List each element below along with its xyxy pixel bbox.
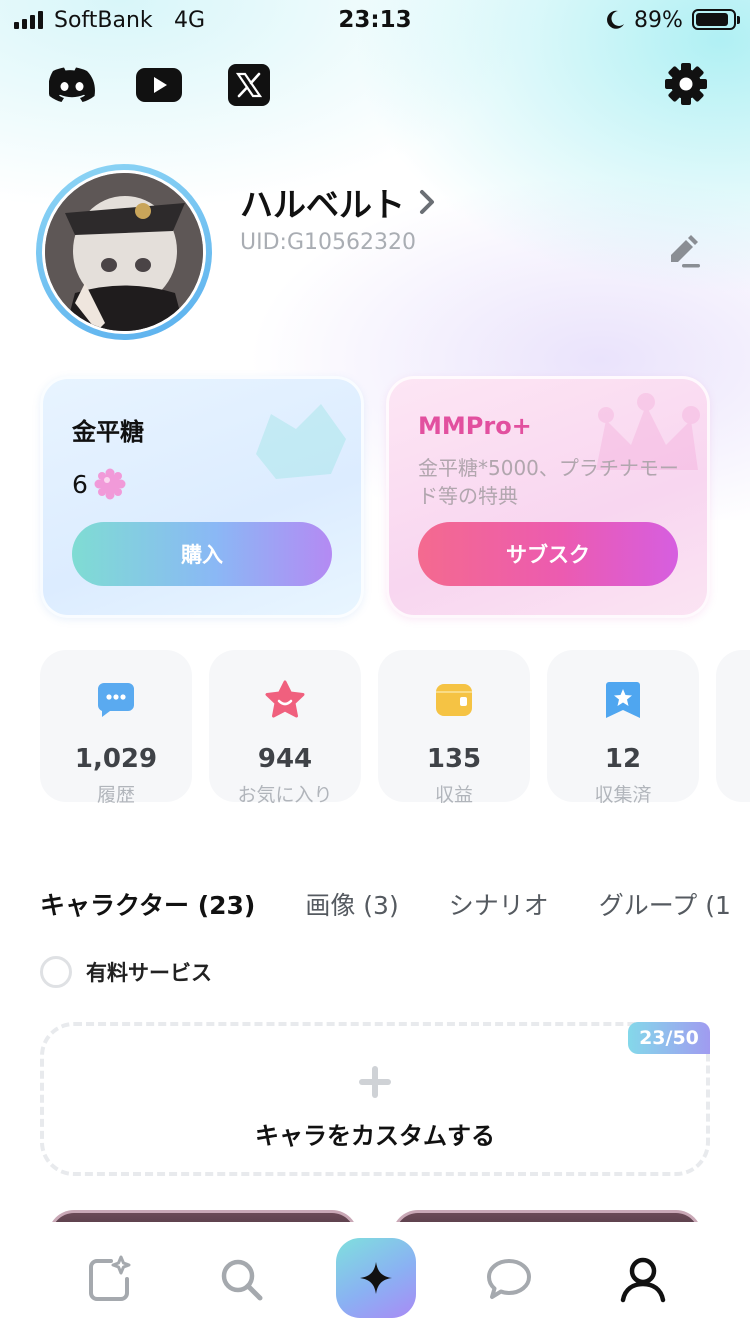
create-character-label: キャラをカスタムする [255, 1122, 495, 1150]
smiling-star-icon [265, 680, 305, 718]
battery-percent: 89% [634, 8, 683, 33]
stat-label: 履歴 [96, 784, 135, 806]
paid-service-radio[interactable] [40, 956, 72, 988]
avatar[interactable] [36, 164, 212, 340]
currency-balance-value: 6 [72, 469, 88, 499]
gear-icon[interactable] [664, 62, 708, 106]
buy-button[interactable]: 購入 [72, 522, 332, 586]
stat-value: 1,029 [74, 744, 158, 774]
create-sparkle-icon[interactable] [84, 1254, 134, 1304]
tab-images[interactable]: 画像 (3) [305, 886, 398, 922]
subscription-card: MMPro+ 金平糖*5000、プラチナモード等の特典 サブスク [386, 376, 710, 618]
plus-icon [44, 1064, 706, 1104]
stat-following[interactable]: フ [716, 650, 750, 802]
sparkle-icon[interactable] [336, 1238, 416, 1318]
stat-collected[interactable]: 12 収集済 [547, 650, 699, 806]
stat-favorites[interactable]: 944 お気に入り [209, 650, 361, 806]
moon-icon [607, 10, 624, 29]
stat-value: 944 [257, 744, 313, 774]
profile-name: ハルベルト [240, 185, 405, 224]
stat-history[interactable]: 1,029 履歴 [40, 650, 192, 806]
candy-decoration-icon [256, 404, 346, 479]
youtube-icon[interactable] [136, 62, 182, 108]
tab-scenarios[interactable]: シナリオ [449, 886, 549, 922]
avatar-image [42, 170, 206, 334]
paid-service-filter[interactable]: 有料サービス [40, 956, 212, 988]
stat-value: 135 [426, 744, 482, 774]
tab-characters[interactable]: キャラクター (23) [40, 886, 255, 922]
profile-icon[interactable] [618, 1254, 668, 1304]
wallet-icon [436, 684, 472, 716]
currency-card: 金平糖 6 購入 [40, 376, 364, 618]
chat-icon[interactable] [484, 1254, 534, 1304]
character-count-badge: 23/50 [628, 1022, 710, 1054]
konpeito-icon [94, 468, 126, 500]
stat-label: 収益 [434, 784, 473, 806]
subscription-title: MMPro+ [418, 412, 532, 440]
stat-value: 12 [604, 744, 642, 774]
x-icon[interactable] [226, 62, 272, 108]
stat-label: 収集済 [594, 784, 652, 806]
bottom-navigation [0, 1222, 750, 1334]
user-id: UID:G10562320 [240, 230, 416, 255]
profile-name-row[interactable]: ハルベルト [240, 178, 435, 226]
currency-balance: 6 [72, 468, 126, 500]
bookmark-star-icon [606, 682, 640, 718]
subscription-description: 金平糖*5000、プラチナモード等の特典 [418, 456, 679, 508]
create-character-button[interactable]: キャラをカスタムする [40, 1022, 710, 1176]
paid-service-label: 有料サービス [86, 961, 212, 985]
content-tabs: キャラクター (23) 画像 (3) シナリオ グループ (1 [40, 886, 731, 922]
edit-pencil-icon[interactable] [666, 234, 702, 270]
tab-groups[interactable]: グループ (1 [599, 886, 731, 922]
status-bar: SoftBank 4G 23:13 89% [0, 0, 750, 40]
battery-icon [692, 9, 740, 30]
chat-bubble-icon [97, 683, 134, 717]
search-icon[interactable] [216, 1254, 266, 1304]
discord-icon[interactable] [49, 62, 95, 108]
stat-label: お気に入り [237, 784, 333, 806]
chevron-right-icon [420, 190, 434, 214]
stat-earnings[interactable]: 135 収益 [378, 650, 530, 806]
currency-title: 金平糖 [72, 418, 144, 446]
subscribe-button[interactable]: サブスク [418, 522, 678, 586]
